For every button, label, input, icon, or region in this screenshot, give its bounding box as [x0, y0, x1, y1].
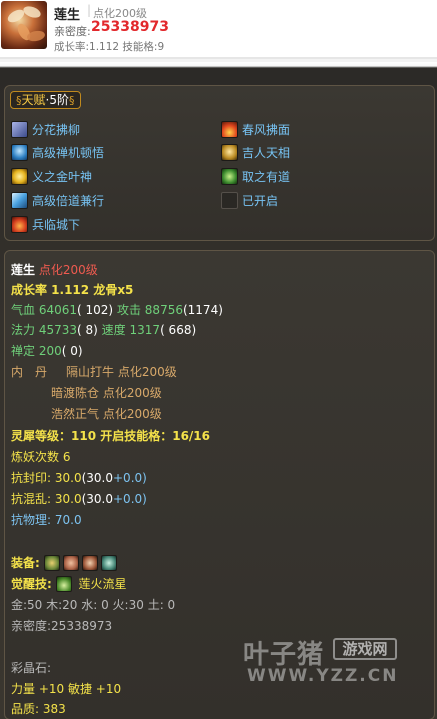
def-value: 200	[38, 344, 62, 358]
watermark-url: WWW.YZZ.CN	[247, 666, 399, 686]
refine-line: 炼妖次数 6	[11, 450, 71, 464]
talent-skill[interactable]: 取之有道	[221, 167, 290, 185]
swift-travel-icon	[11, 191, 28, 209]
talent-skill-label: 高级倍道兼行	[32, 193, 105, 208]
talent-skill-label: 春风拂面	[242, 122, 291, 137]
talent-skill[interactable]: 已开启	[221, 191, 278, 209]
pet-avatar[interactable]	[1, 1, 47, 49]
atk-label: 攻击	[116, 303, 141, 317]
growth-rate-line: 成长率:1.112 技能格:9	[54, 41, 165, 53]
def-line: 禅定 200( 0)	[11, 343, 83, 359]
locked-slot-icon	[221, 191, 238, 209]
talent-skill[interactable]: 兵临城下	[11, 215, 80, 233]
awaken-skill-name: 莲火流星	[78, 577, 127, 591]
talent-skill-label: 高级禅机顿悟	[32, 145, 105, 160]
hp-bonus: ( 102)	[77, 303, 114, 317]
hp-label: 气血	[11, 303, 36, 317]
resist-seal-total: 30.0	[54, 471, 82, 485]
spd-bonus: ( 668)	[160, 323, 197, 337]
gem-stats: 力量 +10 敏捷 +10	[11, 682, 122, 696]
equip-claw-icon[interactable]	[62, 555, 79, 571]
spirit-line: 灵犀等级：110 开启技能格：16/16	[11, 429, 211, 443]
stats-pet-level: 点化200级	[38, 263, 98, 277]
resist-seal-base: (30.0	[81, 471, 113, 485]
talent-skill[interactable]: 义之金叶神	[11, 167, 92, 185]
intimacy-value: 25338973	[91, 19, 169, 35]
mp-label: 法力	[11, 323, 36, 337]
intimacy-line: 亲密度:25338973	[11, 619, 113, 633]
resist-seal-label: 抗封印:	[11, 471, 52, 485]
talent-label: 天赋	[21, 93, 46, 107]
talent-skill[interactable]: 春风拂面	[221, 120, 290, 138]
gem-label: 彩晶石:	[11, 661, 52, 675]
mp-bonus: ( 8)	[77, 323, 98, 337]
talent-skill[interactable]: 分花拂柳	[11, 120, 80, 138]
talent-skill-label: 兵临城下	[32, 217, 81, 232]
watermark-tag: 游戏网	[333, 638, 397, 660]
talent-skill[interactable]: 吉人天相	[221, 143, 290, 161]
golden-figure-icon	[221, 143, 238, 161]
pet-name: 莲生	[54, 8, 81, 23]
ornament-right-icon: §	[68, 94, 75, 107]
equip-ring-icon[interactable]	[43, 555, 60, 571]
talent-badge: §天赋·5阶§	[10, 91, 82, 109]
resist-physical-line: 抗物理: 70.0	[11, 513, 82, 527]
resist-chaos-base: (30.0	[81, 492, 113, 506]
stats-title: 莲生 点化200级	[11, 262, 98, 278]
neidan-label: 内 丹	[11, 365, 48, 379]
meditation-icon	[11, 143, 28, 161]
talent-skill[interactable]: 高级倍道兼行	[11, 191, 104, 209]
atk-bonus: (1174)	[182, 303, 223, 317]
quality-value: 383	[42, 702, 66, 716]
talent-skill[interactable]: 高级禅机顿悟	[11, 143, 104, 161]
equipment-line: 装备:	[11, 555, 120, 571]
def-bonus: ( 0)	[61, 344, 83, 358]
flower-swirl-icon	[11, 120, 28, 138]
header-divider	[0, 57, 437, 59]
green-spirit-icon	[221, 167, 238, 185]
talent-skill-label: 分花拂柳	[32, 122, 81, 137]
pet-header: 莲生 | 点化200级 亲密度: 25338973 成长率:1.112 技能格:…	[0, 0, 437, 59]
neidan-item: 隔山打牛 点化200级	[66, 365, 177, 379]
resist-chaos-line: 抗混乱: 30.0(30.0+0.0)	[11, 491, 147, 507]
talent-level: 5阶	[49, 93, 69, 107]
golden-leaf-icon	[11, 167, 28, 185]
talent-skill-label: 取之有道	[242, 169, 291, 184]
spd-value: 1317	[129, 323, 161, 337]
def-label: 禅定	[11, 344, 36, 358]
quality-line: 品质: 383	[11, 701, 66, 717]
intimacy-label: 亲密度:	[54, 25, 91, 38]
talent-skill-label: 义之金叶神	[32, 169, 93, 184]
resist-chaos-label: 抗混乱:	[11, 492, 52, 506]
awaken-label: 觉醒技:	[11, 577, 52, 591]
resist-chaos-total: 30.0	[54, 492, 82, 506]
elements-line: 金:50 木:20 水: 0 火:30 土: 0	[11, 598, 176, 612]
resist-seal-line: 抗封印: 30.0(30.0+0.0)	[11, 470, 147, 486]
army-siege-icon	[11, 215, 28, 233]
mp-value: 45733	[38, 323, 78, 337]
atk-value: 88756	[144, 303, 183, 317]
spd-label: 速度	[101, 323, 126, 337]
stats-pet-name: 莲生	[11, 263, 36, 277]
talent-skill-label: 吉人天相	[242, 145, 291, 160]
neidan-item: 暗渡陈仓 点化200级	[51, 386, 162, 400]
awaken-line: 觉醒技: 莲火流星	[11, 576, 126, 592]
equip-fang-icon[interactable]	[81, 555, 98, 571]
resist-seal-extra: +0.0)	[113, 471, 147, 485]
hp-atk-line: 气血 64061( 102) 攻击 88756(1174)	[11, 302, 223, 318]
talent-skill-label: 已开启	[242, 193, 279, 208]
lotus-meteor-icon[interactable]	[55, 576, 72, 592]
header-separator: |	[87, 3, 92, 17]
quality-label: 品质:	[11, 702, 40, 716]
wind-fire-icon	[221, 120, 238, 138]
resist-chaos-extra: +0.0)	[113, 492, 147, 506]
equip-wing-icon[interactable]	[100, 555, 117, 571]
mp-spd-line: 法力 45733( 8) 速度 1317( 668)	[11, 322, 196, 338]
neidan-item: 浩然正气 点化200级	[51, 407, 162, 421]
equipment-label: 装备:	[11, 556, 40, 570]
hp-value: 64061	[38, 303, 78, 317]
growth-line: 成长率 1.112 龙骨x5	[11, 283, 134, 297]
